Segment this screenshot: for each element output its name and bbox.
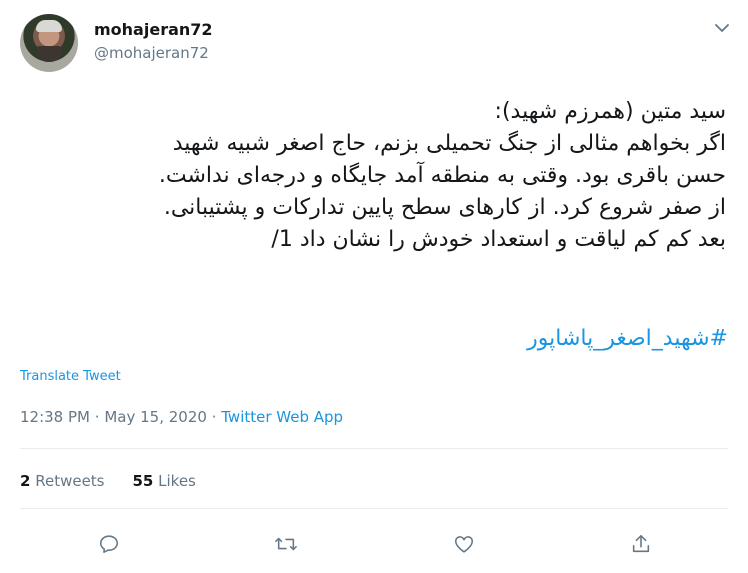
translate-tweet-link[interactable]: Translate Tweet — [20, 369, 121, 384]
meta-separator: · — [211, 408, 217, 426]
retweet-icon[interactable] — [272, 530, 300, 558]
retweets-stat[interactable]: 2 Retweets — [20, 472, 105, 490]
author-handle[interactable]: @mohajeran72 — [94, 44, 209, 62]
reply-icon[interactable] — [95, 530, 123, 558]
avatar-hair — [36, 20, 62, 32]
tweet-date[interactable]: May 15, 2020 — [104, 408, 207, 426]
tweet-text: سید متین (همرزم شهید): اگر بخواهم مثالی … — [158, 99, 726, 252]
tweet-meta: 12:38 PM · May 15, 2020 · Twitter Web Ap… — [20, 408, 343, 426]
likes-stat[interactable]: 55 Likes — [133, 472, 196, 490]
tweet-source-link[interactable]: Twitter Web App — [221, 408, 343, 426]
likes-count: 55 — [132, 472, 154, 490]
author-display-name[interactable]: mohajeran72 — [94, 20, 213, 39]
share-icon[interactable] — [627, 530, 655, 558]
like-icon[interactable] — [450, 530, 478, 558]
tweet-time[interactable]: 12:38 PM — [20, 408, 90, 426]
retweets-count: 2 — [20, 472, 31, 490]
avatar[interactable] — [20, 14, 78, 72]
retweets-label: Retweets — [35, 472, 105, 490]
divider — [20, 448, 728, 449]
chevron-down-icon[interactable] — [712, 18, 732, 38]
divider — [20, 508, 728, 509]
tweet-stats: 2 Retweets 55 Likes — [20, 472, 196, 490]
avatar-beard — [36, 46, 62, 62]
hashtag-link[interactable]: #شهید_اصغر_پاشاپور — [527, 326, 728, 351]
meta-separator: · — [94, 408, 100, 426]
likes-label: Likes — [158, 472, 196, 490]
tweet-actions — [0, 530, 748, 558]
